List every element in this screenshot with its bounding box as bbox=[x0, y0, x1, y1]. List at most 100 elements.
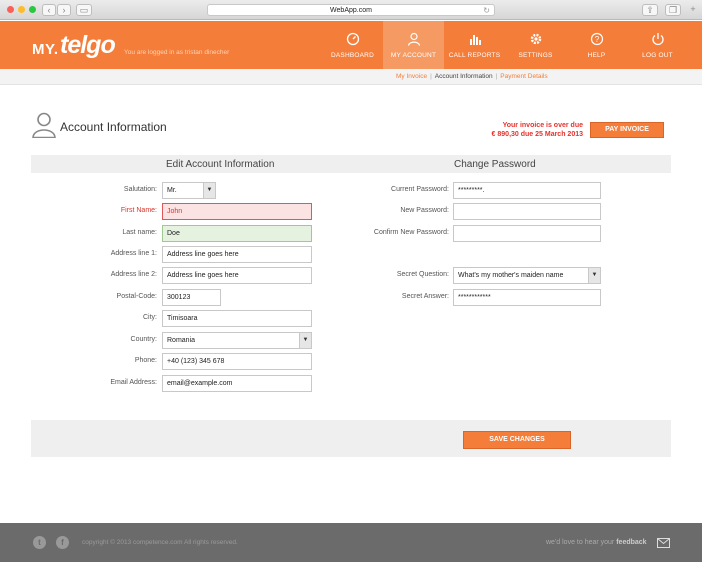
phone-field[interactable]: +40 (123) 345 678 bbox=[162, 353, 312, 370]
new-tab-icon[interactable]: + bbox=[687, 4, 699, 16]
country-row: Country: bbox=[60, 332, 157, 349]
sub-nav: My Invoice | Account Information | Payment D… bbox=[0, 69, 702, 85]
share-icon[interactable]: ⇪ bbox=[642, 4, 658, 16]
field-label: Country: bbox=[130, 336, 157, 343]
logo-prefix: MY. bbox=[32, 41, 59, 58]
nav-log-out[interactable]: LOG OUT bbox=[627, 21, 688, 69]
field-label: Email Address: bbox=[110, 379, 157, 386]
city-field[interactable]: Timisoara bbox=[162, 310, 312, 327]
nav-my-account[interactable]: MY ACCOUNT bbox=[383, 21, 444, 69]
nav-settings[interactable]: SETTINGS bbox=[505, 21, 566, 69]
last-name-field[interactable]: Doe bbox=[162, 225, 312, 242]
email-field[interactable]: email@example.com bbox=[162, 375, 312, 392]
field-label: Current Password: bbox=[391, 186, 449, 193]
first-name-row: First Name: bbox=[60, 203, 157, 220]
minimize-window-button[interactable] bbox=[18, 6, 25, 13]
feedback-link[interactable]: we'd love to hear your feedback bbox=[546, 539, 647, 546]
select-value: Mr. bbox=[167, 187, 177, 194]
app-header: MY. telgo You are logged in as tristan d… bbox=[0, 21, 702, 69]
address-bar[interactable]: WebApp.com ↻ bbox=[207, 4, 495, 16]
gear-icon bbox=[530, 33, 541, 45]
first-name-field[interactable]: John bbox=[162, 203, 312, 220]
bar-chart-icon bbox=[469, 35, 481, 45]
power-icon bbox=[651, 33, 664, 46]
new-password-field[interactable] bbox=[453, 203, 601, 220]
country-select[interactable]: Romania ▼ bbox=[162, 332, 312, 349]
pay-invoice-button[interactable]: PAY INVOICE bbox=[590, 122, 664, 138]
main-nav: DASHBOARD MY ACCOUNT CALL REPORTS SETTIN… bbox=[322, 21, 688, 69]
chevron-down-icon: ▼ bbox=[299, 333, 311, 348]
chevron-down-icon: ▼ bbox=[203, 183, 215, 198]
current-password-row: Current Password: bbox=[340, 182, 449, 199]
field-label: Salutation: bbox=[123, 186, 157, 193]
section-header-bar bbox=[31, 155, 671, 173]
field-label: Last name: bbox=[122, 229, 157, 236]
tabs-overview-icon[interactable]: ❐ bbox=[665, 4, 681, 16]
user-icon bbox=[407, 32, 420, 46]
field-label: Address line 1: bbox=[110, 250, 157, 257]
subnav-account-information[interactable]: Account Information bbox=[435, 73, 493, 80]
subnav-my-invoice[interactable]: My Invoice bbox=[396, 73, 427, 80]
field-label: Confirm New Password: bbox=[373, 229, 449, 236]
secret-answer-field[interactable]: ************ bbox=[453, 289, 601, 306]
nav-dashboard[interactable]: DASHBOARD bbox=[322, 21, 383, 69]
field-label: Secret Answer: bbox=[401, 293, 449, 300]
feedback-prefix: we'd love to hear your bbox=[546, 539, 615, 546]
nav-label: MY ACCOUNT bbox=[390, 52, 437, 59]
select-value: What's my mother's maiden name bbox=[458, 272, 564, 279]
edit-account-heading: Edit Account Information bbox=[166, 159, 275, 170]
divider: | bbox=[430, 73, 432, 80]
save-changes-button[interactable]: SAVE CHANGES bbox=[463, 431, 571, 449]
sidebar-toggle-icon[interactable]: ▭ bbox=[76, 4, 92, 16]
confirm-password-row: Confirm New Password: bbox=[340, 225, 449, 242]
copyright-text: copyright © 2013 competence.com All righ… bbox=[82, 539, 238, 546]
facebook-icon[interactable]: f bbox=[56, 536, 69, 549]
logged-in-status: You are logged in as tristan dinecher bbox=[124, 49, 230, 56]
url-text: WebApp.com bbox=[330, 7, 372, 14]
select-value: Romania bbox=[167, 337, 196, 344]
change-password-heading: Change Password bbox=[454, 159, 536, 170]
secret-question-select[interactable]: What's my mother's maiden name ▼ bbox=[453, 267, 601, 284]
question-icon: ? bbox=[590, 32, 603, 46]
nav-help[interactable]: ? HELP bbox=[566, 21, 627, 69]
twitter-icon[interactable]: t bbox=[33, 536, 46, 549]
nav-call-reports[interactable]: CALL REPORTS bbox=[444, 21, 505, 69]
subnav-payment-details[interactable]: Payment Details bbox=[500, 73, 547, 80]
city-row: City: bbox=[60, 310, 157, 327]
dashboard-icon bbox=[346, 32, 359, 46]
nav-label: LOG OUT bbox=[642, 52, 673, 59]
nav-label: CALL REPORTS bbox=[448, 52, 501, 59]
address1-field[interactable]: Address line goes here bbox=[162, 246, 312, 263]
address1-row: Address line 1: bbox=[60, 246, 157, 263]
zoom-window-button[interactable] bbox=[29, 6, 36, 13]
svg-text:?: ? bbox=[594, 35, 599, 44]
field-label: Secret Question: bbox=[396, 271, 449, 278]
field-label: First Name: bbox=[120, 207, 157, 214]
close-window-button[interactable] bbox=[7, 6, 14, 13]
field-label: Address line 2: bbox=[110, 271, 157, 278]
secret-answer-row: Secret Answer: bbox=[340, 289, 449, 306]
reload-icon[interactable]: ↻ bbox=[483, 5, 490, 16]
invoice-overdue-warning: Your invoice is over due € 890,30 due 25… bbox=[440, 122, 583, 139]
back-icon[interactable]: ‹ bbox=[42, 4, 56, 16]
address2-row: Address line 2: bbox=[60, 267, 157, 284]
postal-code-field[interactable]: 300123 bbox=[162, 289, 221, 306]
page-title: Account Information bbox=[60, 120, 167, 134]
salutation-select[interactable]: Mr. ▼ bbox=[162, 182, 216, 199]
mail-icon[interactable] bbox=[657, 538, 670, 548]
feedback-word: feedback bbox=[616, 539, 647, 546]
nav-label: DASHBOARD bbox=[331, 52, 374, 59]
field-label: Phone: bbox=[134, 357, 157, 364]
forward-icon[interactable]: › bbox=[57, 4, 71, 16]
field-label: Postal-Code: bbox=[116, 293, 157, 300]
nav-label: SETTINGS bbox=[518, 52, 553, 59]
logo-brand: telgo bbox=[60, 31, 116, 59]
chevron-down-icon: ▼ bbox=[588, 268, 600, 283]
warning-line: Your invoice is over due bbox=[502, 122, 583, 129]
email-row: Email Address: bbox=[60, 375, 157, 392]
address2-field[interactable]: Address line goes here bbox=[162, 267, 312, 284]
confirm-password-field[interactable] bbox=[453, 225, 601, 242]
last-name-row: Last name: bbox=[60, 225, 157, 242]
divider: | bbox=[495, 73, 498, 80]
current-password-field[interactable]: *********. bbox=[453, 182, 601, 199]
